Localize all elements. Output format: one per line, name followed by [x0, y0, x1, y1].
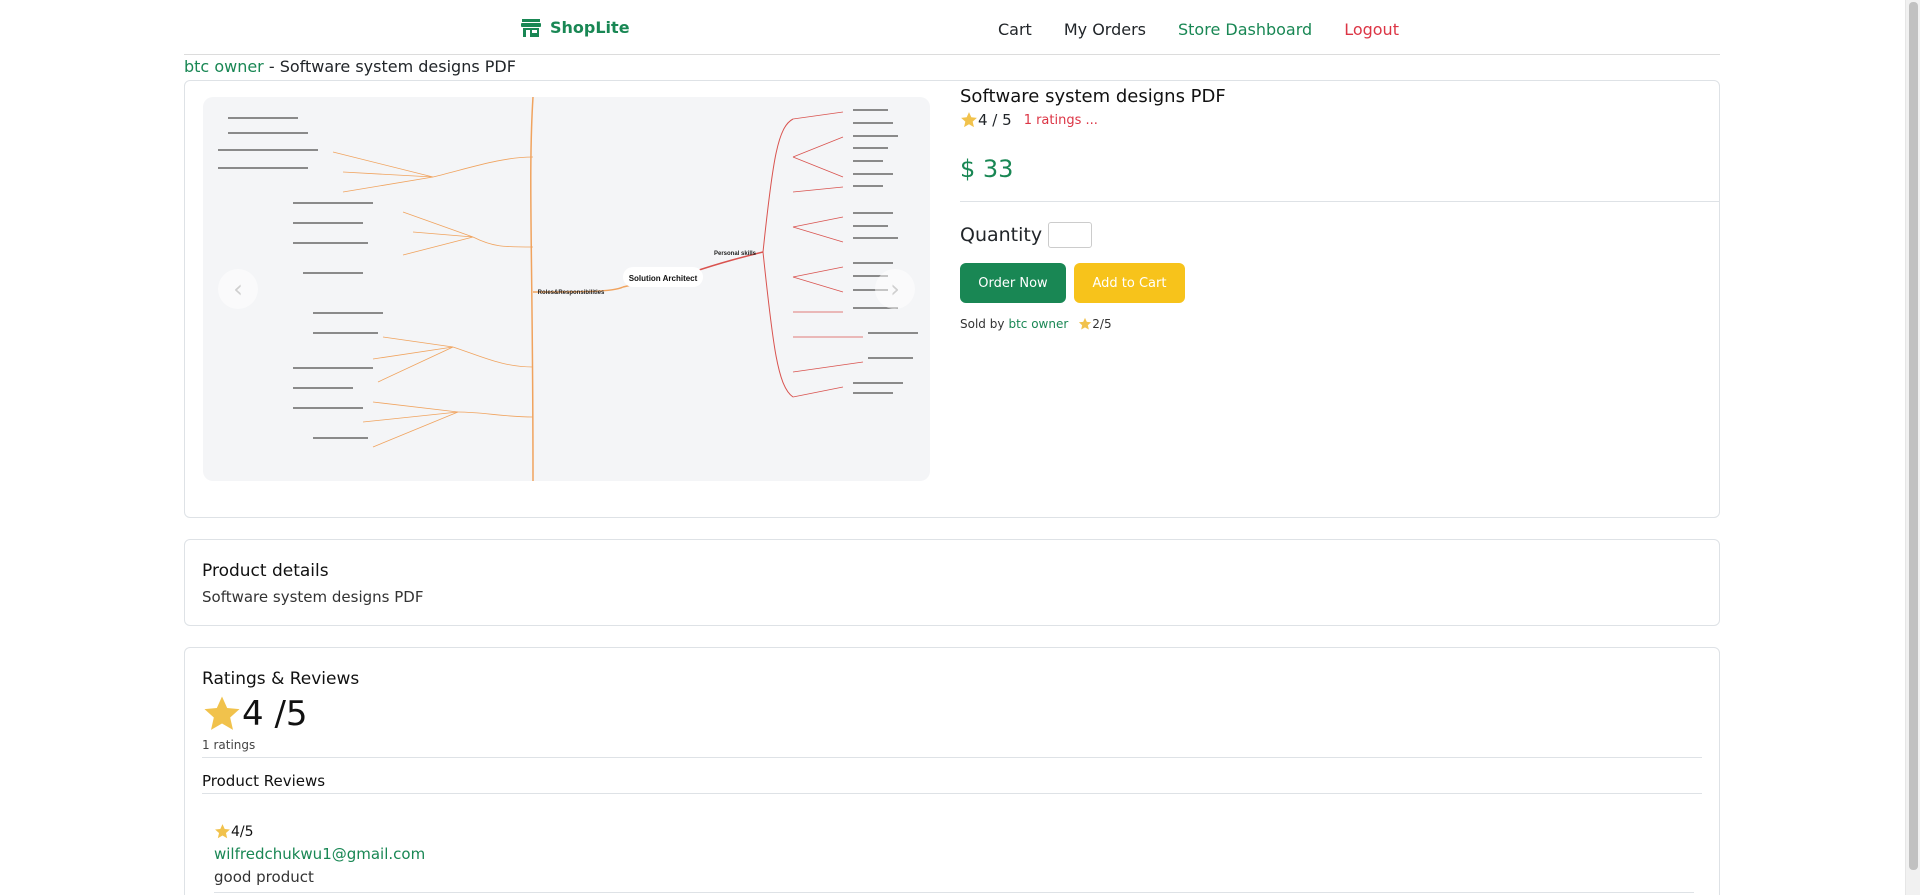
breadcrumb-separator: -: [263, 57, 280, 76]
nav-cart[interactable]: Cart: [998, 20, 1032, 39]
breadcrumb-product: Software system designs PDF: [279, 57, 516, 76]
sold-by: Sold by btc owner 2/5: [960, 317, 1112, 331]
product-title: Software system designs PDF: [960, 86, 1226, 107]
product-image-carousel: Solution Architect Roles&Responsibilitie…: [203, 97, 930, 481]
quantity-input[interactable]: [1048, 222, 1093, 248]
sold-by-label: Sold by: [960, 317, 1005, 331]
store-icon: [521, 18, 541, 37]
mindmap-right-label: Personal skills: [714, 251, 757, 257]
carousel-next-button[interactable]: ›: [875, 269, 915, 309]
divider: [202, 757, 1702, 758]
product-rating: 4 / 5 1 ratings ...: [960, 111, 1098, 129]
review-text: good product: [214, 868, 314, 886]
ratings-link[interactable]: 1 ratings ...: [1024, 113, 1098, 128]
overall-rating-value: 4 /5: [242, 694, 308, 734]
chevron-left-icon: ‹: [233, 275, 243, 303]
seller-link[interactable]: btc owner: [1008, 317, 1068, 331]
star-icon: [1079, 317, 1092, 330]
mindmap-center-label: Solution Architect: [629, 274, 698, 283]
seller-rating: 2/5: [1092, 317, 1112, 331]
divider: [214, 892, 1694, 893]
carousel-prev-button[interactable]: ‹: [218, 269, 258, 309]
review-item: 4/5 wilfredchukwu1@gmail.com good produc…: [214, 823, 425, 887]
add-to-cart-button[interactable]: Add to Cart: [1074, 263, 1185, 303]
mindmap-left-label: Roles&Responsibilities: [538, 290, 605, 296]
product-details-text: Software system designs PDF: [202, 588, 424, 606]
navbar: ShopLite Cart My Orders Store Dashboard …: [184, 0, 1720, 55]
divider: [202, 793, 1702, 794]
breadcrumb: btc owner - Software system designs PDF: [184, 57, 516, 76]
nav-my-orders[interactable]: My Orders: [1064, 20, 1146, 39]
divider: [960, 201, 1720, 202]
page-scrollbar[interactable]: [1905, 0, 1920, 895]
product-details-card: Product details Software system designs …: [184, 539, 1720, 626]
quantity-label: Quantity: [960, 224, 1043, 246]
quantity-group: Quantity: [960, 222, 1093, 248]
star-icon: [961, 112, 977, 128]
order-now-button[interactable]: Order Now: [960, 263, 1066, 303]
product-price: $ 33: [960, 155, 1014, 183]
overall-rating: 4 /5: [202, 694, 308, 734]
product-details-title: Product details: [202, 561, 329, 581]
nav-links: Cart My Orders Store Dashboard Logout: [998, 20, 1431, 39]
nav-store-dashboard[interactable]: Store Dashboard: [1178, 20, 1312, 39]
rating-count: 1 ratings: [202, 738, 256, 752]
reviewer-email[interactable]: wilfredchukwu1@gmail.com: [214, 845, 425, 863]
ratings-title: Ratings & Reviews: [202, 669, 360, 689]
product-card: Solution Architect Roles&Responsibilitie…: [184, 80, 1720, 518]
review-score: 4/5: [214, 823, 425, 840]
scrollbar-thumb[interactable]: [1909, 2, 1918, 870]
brand-name: ShopLite: [550, 18, 630, 37]
review-score-value: 4/5: [231, 823, 254, 840]
product-rating-value: 4 / 5: [978, 111, 1012, 129]
product-reviews-title: Product Reviews: [202, 772, 326, 790]
star-icon: [215, 824, 230, 839]
breadcrumb-owner[interactable]: btc owner: [184, 57, 264, 76]
mindmap-image: Solution Architect Roles&Responsibilitie…: [218, 97, 918, 481]
nav-logout[interactable]: Logout: [1344, 20, 1399, 39]
star-icon: [204, 696, 240, 730]
brand-link[interactable]: ShopLite: [521, 18, 630, 37]
chevron-right-icon: ›: [890, 275, 900, 303]
ratings-card: Ratings & Reviews 4 /5 1 ratings Product…: [184, 647, 1720, 895]
